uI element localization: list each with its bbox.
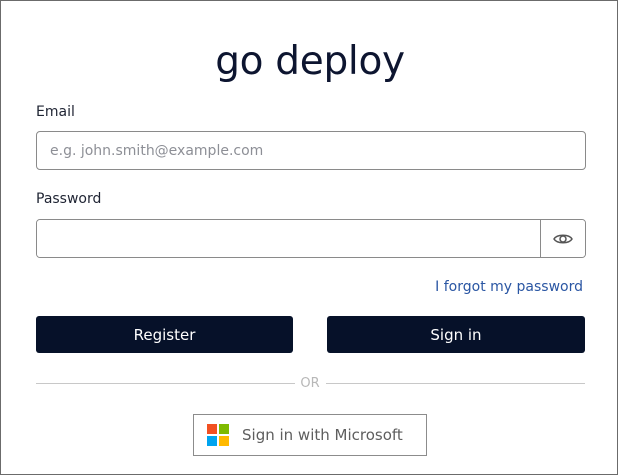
sign-in-with-microsoft-button[interactable]: Sign in with Microsoft [193,414,427,456]
password-label: Password [36,191,102,207]
logo-square-yellow [219,436,229,446]
forgot-password-link[interactable]: I forgot my password [435,279,583,295]
logo-square-red [207,424,217,434]
password-field-group [36,219,586,258]
logo-square-blue [207,436,217,446]
app-title: go deploy [215,39,405,84]
microsoft-logo-icon [207,424,229,446]
password-field[interactable] [37,220,540,257]
sign-in-button[interactable]: Sign in [327,316,585,353]
logo-square-green [219,424,229,434]
show-password-button[interactable] [540,220,585,257]
email-label: Email [36,104,75,120]
divider-line-right [326,383,585,384]
email-field[interactable] [36,131,586,170]
microsoft-button-label: Sign in with Microsoft [242,426,403,444]
eye-icon [553,234,573,243]
register-button[interactable]: Register [36,316,293,353]
login-dialog: go deploy Email Password I forgot my pas… [0,0,618,475]
